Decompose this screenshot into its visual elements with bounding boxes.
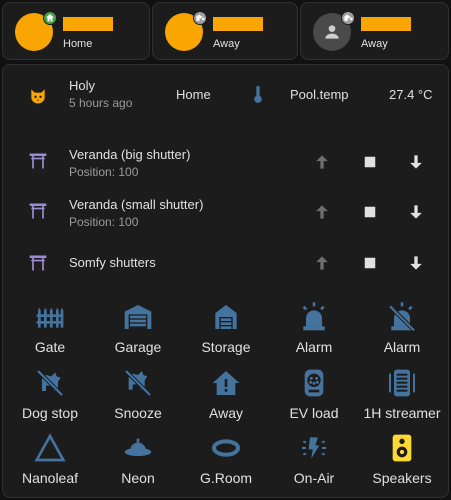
person-row: Home Away Away: [2, 2, 449, 60]
ring-light-icon: [212, 439, 240, 457]
shutter-down-icon[interactable]: [406, 152, 426, 172]
neon-icon: [124, 438, 152, 456]
person-state: Home: [63, 38, 93, 50]
shutter-up-icon[interactable]: [312, 253, 332, 273]
dog-stop-button[interactable]: Dog stop: [7, 367, 93, 421]
dog-off-icon: [36, 369, 64, 397]
person-name-redacted: [361, 17, 411, 31]
shutter-position: Position: 100: [69, 215, 139, 229]
nanoleaf-button[interactable]: Nanoleaf: [7, 432, 93, 486]
shutter-up-icon[interactable]: [312, 152, 332, 172]
shutter-name[interactable]: Somfy shutters: [69, 255, 156, 270]
home-badge-icon: [43, 11, 57, 25]
shutter-down-icon[interactable]: [406, 253, 426, 273]
shutter-stop-icon[interactable]: [361, 254, 379, 272]
person-state: Away: [361, 38, 388, 50]
gate-button[interactable]: Gate: [7, 301, 93, 355]
shutter-icon: [29, 255, 47, 271]
shutter-icon: [29, 203, 47, 219]
storage-button[interactable]: Storage: [183, 301, 269, 355]
shutter-position: Position: 100: [69, 165, 139, 179]
snooze-button[interactable]: Snooze: [95, 367, 181, 421]
streamer-button[interactable]: 1H streamer: [359, 367, 445, 421]
shutter-stop-icon[interactable]: [361, 153, 379, 171]
tracker-name: Holy: [69, 78, 96, 93]
person-card-1[interactable]: Home: [2, 2, 150, 60]
shutter-stop-icon[interactable]: [361, 203, 379, 221]
speaker-icon: [392, 434, 412, 462]
person-name-redacted: [63, 17, 113, 31]
pool-temp-label[interactable]: Pool.temp: [290, 87, 349, 102]
alarm-off-button[interactable]: Alarm: [359, 301, 445, 355]
away-button[interactable]: Away: [183, 367, 269, 421]
snooze-icon: [124, 369, 152, 397]
home-alert-icon: [212, 371, 240, 395]
shutter-down-icon[interactable]: [406, 202, 426, 222]
away-badge-icon: [341, 11, 355, 25]
speakers-button[interactable]: Speakers: [359, 432, 445, 486]
speakers-label: Speakers: [372, 470, 432, 486]
shutter-up-icon[interactable]: [312, 202, 332, 222]
streamer-icon: [389, 369, 415, 397]
alarm-button[interactable]: Alarm: [271, 301, 357, 355]
on-air-icon: [302, 437, 326, 459]
g-room-button[interactable]: G.Room: [183, 432, 269, 486]
alarm-off-label: Alarm: [383, 339, 421, 355]
person-name-redacted: [213, 17, 263, 31]
streamer-label: 1H streamer: [363, 405, 441, 421]
shutter-name[interactable]: Veranda (big shutter): [69, 147, 190, 162]
garage-button[interactable]: Garage: [95, 301, 181, 355]
ev-charger-icon: [304, 369, 324, 397]
ev-load-button[interactable]: EV load: [271, 367, 357, 421]
shutter-icon: [29, 153, 47, 169]
away-badge-icon: [193, 11, 207, 25]
neon-button[interactable]: Neon: [95, 432, 181, 486]
gate-icon: [36, 307, 64, 328]
pool-temp-value: 27.4 °C: [389, 87, 433, 102]
garage-icon: [124, 305, 152, 329]
person-card-3[interactable]: Away: [300, 2, 449, 60]
on-air-button[interactable]: On-Air: [271, 432, 357, 486]
tracker-last-seen: 5 hours ago: [69, 96, 133, 110]
alarm-light-icon: [302, 302, 325, 331]
shutter-name[interactable]: Veranda (small shutter): [69, 197, 203, 212]
alarm-off-icon: [388, 302, 416, 332]
nanoleaf-icon: [34, 433, 66, 462]
thermometer-icon: [254, 85, 262, 103]
cat-icon: [31, 89, 45, 104]
main-card: Holy 5 hours ago Home Pool.temp 27.4 °C …: [2, 64, 449, 498]
person-state: Away: [213, 38, 240, 50]
storage-icon: [215, 305, 237, 329]
person-card-2[interactable]: Away: [152, 2, 298, 60]
tracker-state: Home: [176, 87, 211, 102]
